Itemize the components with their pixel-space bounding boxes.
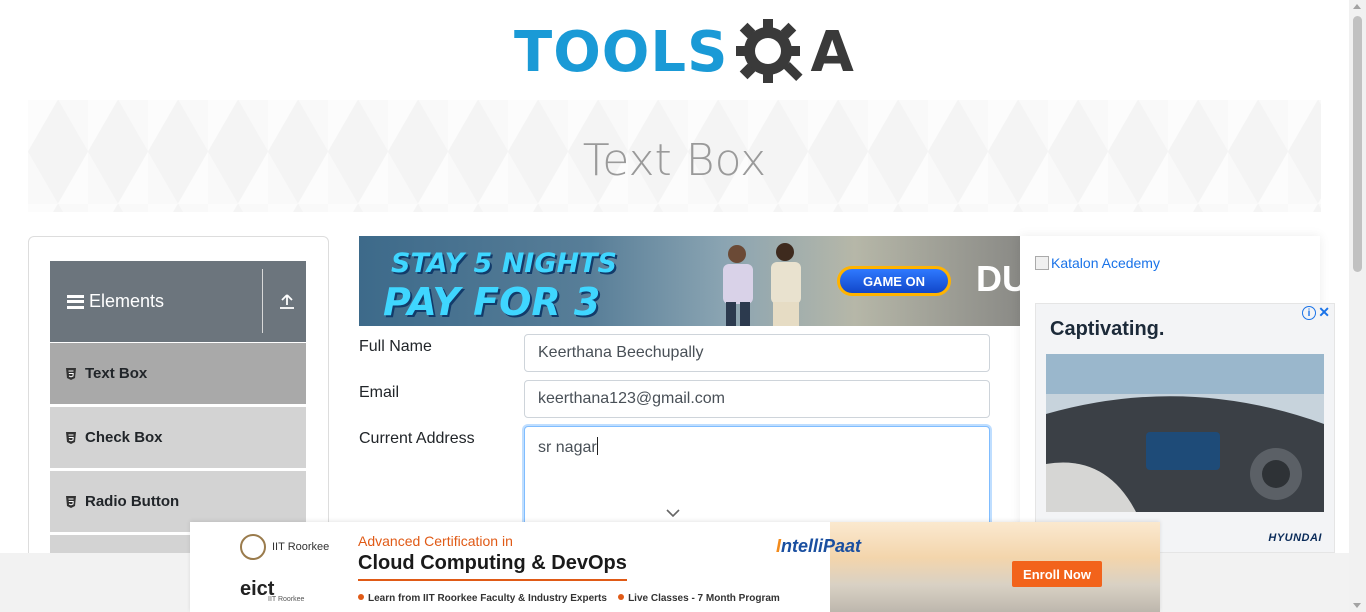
ad-points: Learn from IIT Roorkee Faculty & Industr… (358, 593, 780, 604)
sidebar-item-check-box[interactable]: Check Box (50, 406, 306, 468)
page-title: Text Box (582, 134, 767, 186)
intellipaat-logo: IntelliPaat (776, 536, 862, 556)
partner-1-name: IIT Roorkee (272, 541, 330, 553)
page-banner: Text Box (28, 100, 1321, 212)
ad-headline-2: PAY FOR 3 (383, 280, 601, 324)
full-name-input[interactable]: Keerthana Beechupally (524, 334, 990, 372)
partner-eict-sub: IIT Roorkee (268, 596, 305, 603)
logo-gear-q (732, 15, 808, 91)
sidebar-item-label: Radio Button (85, 493, 180, 510)
enroll-now-button[interactable]: Enroll Now (1012, 561, 1102, 587)
menu-icon (67, 294, 84, 309)
full-name-value: Keerthana Beechupally (538, 344, 704, 361)
header-divider (262, 269, 263, 333)
page-root: TOOLS A Text Box Elements Text Box Check… (0, 0, 1366, 612)
scroll-down-arrow-icon[interactable] (1353, 603, 1361, 608)
collapse-up-icon[interactable] (278, 293, 296, 311)
text-cursor (596, 437, 598, 455)
ad-brand: DU (976, 258, 1020, 299)
hyundai-advertisement[interactable]: Captivating. i ✕ HYUNDAI (1035, 303, 1335, 553)
full-name-label: Full Name (359, 338, 432, 355)
ad-kicker: Advanced Certification in (358, 533, 513, 549)
car-interior-image (1046, 354, 1324, 512)
current-address-value: sr nagar (538, 439, 597, 456)
logo-text-a: A (810, 20, 854, 85)
katalon-ad-alt-text: Katalon Acedemy (1051, 255, 1160, 271)
current-address-textarea[interactable]: sr nagar (524, 426, 990, 536)
chevron-down-icon[interactable] (666, 508, 680, 518)
email-input[interactable]: keerthana123@gmail.com (524, 380, 990, 418)
sidebar-item-label: Check Box (85, 429, 163, 446)
ad-headline: Cloud Computing & DevOps (358, 552, 627, 581)
html5-icon (66, 495, 76, 508)
scroll-up-arrow-icon[interactable] (1353, 4, 1361, 9)
html5-icon (66, 431, 76, 444)
ad-cta-button[interactable]: GAME ON (837, 266, 951, 296)
sidebar-group-title: Elements (89, 291, 165, 311)
logo-text-tools: TOOLS (514, 20, 729, 85)
iit-seal-icon (240, 534, 266, 560)
sidebar-group-elements[interactable]: Elements (50, 261, 306, 342)
toolsqa-logo[interactable]: TOOLS A (514, 14, 854, 92)
katalon-ad-link[interactable]: Katalon Acedemy (1035, 255, 1160, 271)
gear-magnifier-icon (736, 19, 803, 83)
ad-headline-1: STAY 5 NIGHTS (391, 248, 617, 279)
ad-point-1: Learn from IIT Roorkee Faculty & Industr… (368, 593, 607, 604)
email-value: keerthana123@gmail.com (538, 390, 726, 407)
scrollbar-thumb[interactable] (1353, 16, 1362, 272)
ad-people-image (723, 243, 801, 326)
ad-slogan: Captivating. (1050, 318, 1165, 340)
current-address-label: Current Address (359, 430, 475, 447)
building-image (830, 522, 1160, 612)
page-scrollbar[interactable] (1349, 0, 1366, 612)
sidebar-item-label: Text Box (85, 365, 148, 382)
top-advertisement[interactable]: STAY 5 NIGHTS PAY FOR 3 GAME ON DU (359, 236, 1020, 326)
broken-image-icon (1035, 256, 1049, 270)
ad-info-icon[interactable]: i (1302, 306, 1316, 320)
partner-iit-roorkee: IIT Roorkee (240, 534, 329, 560)
sidebar-item-text-box[interactable]: Text Box (50, 342, 306, 404)
ad-close-icon[interactable]: ✕ (1318, 304, 1330, 321)
html5-icon (66, 367, 76, 380)
ad-point-2: Live Classes - 7 Month Program (628, 593, 780, 604)
email-label: Email (359, 384, 400, 401)
ad-brand: HYUNDAI (1268, 532, 1322, 544)
bottom-advertisement[interactable]: IIT Roorkee eict IIT Roorkee Advanced Ce… (190, 522, 1160, 612)
